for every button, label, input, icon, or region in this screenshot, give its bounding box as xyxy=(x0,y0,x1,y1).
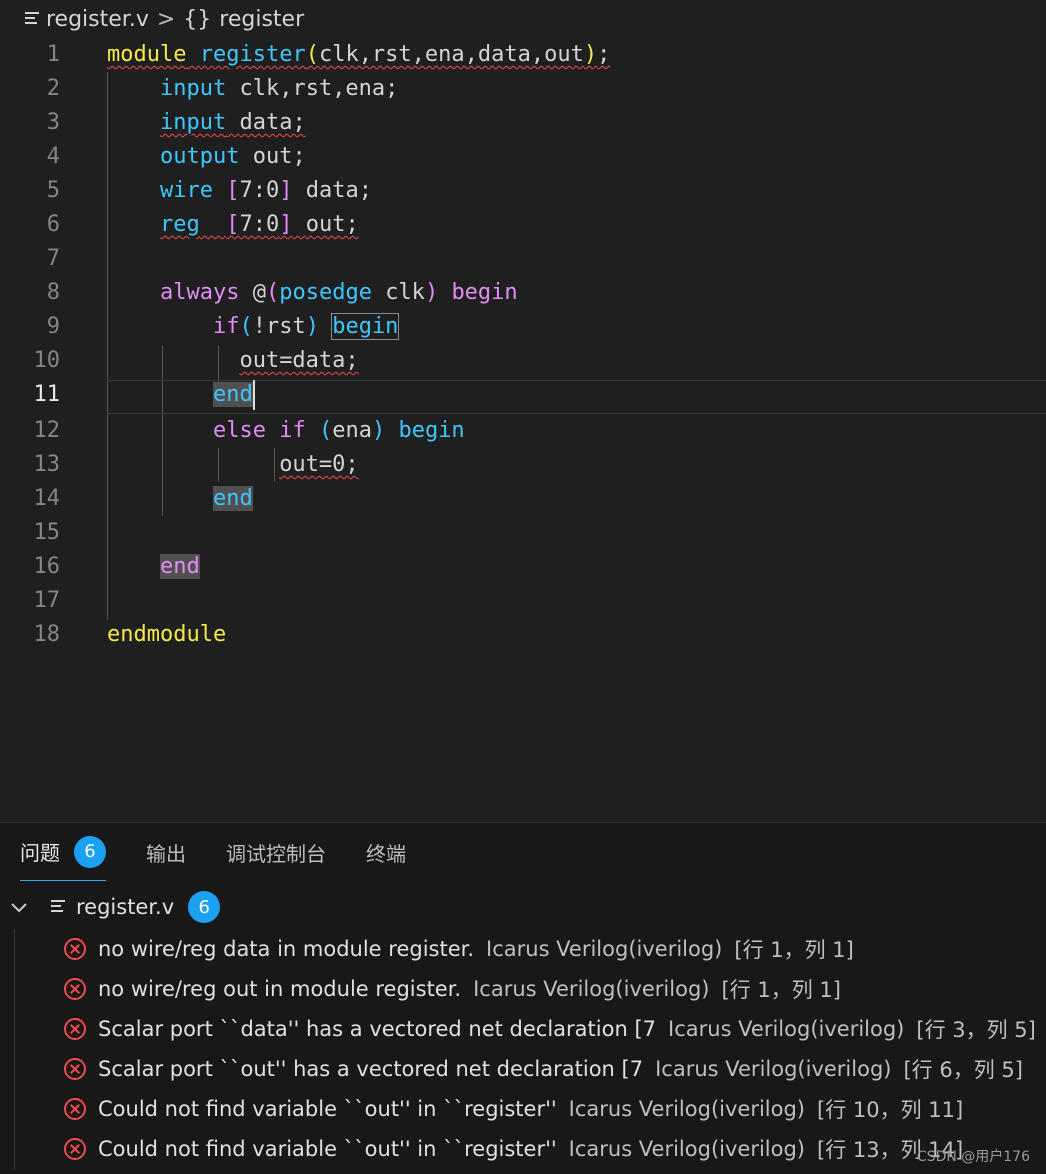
problem-message: no wire/reg data in module register. xyxy=(98,937,475,961)
chevron-right-icon: > xyxy=(156,6,176,32)
code-line[interactable]: 1 module register(clk,rst,ena,data,out); xyxy=(0,38,1046,72)
code-line[interactable]: 12 else if (ena) begin xyxy=(0,414,1046,448)
code-line[interactable]: 16 end xyxy=(0,550,1046,584)
module-symbol-icon: {} xyxy=(183,6,212,32)
file-lines-icon xyxy=(24,7,40,32)
code-line[interactable]: 6 reg [7:0] out; xyxy=(0,208,1046,242)
breadcrumb: register.v > {} register xyxy=(0,0,1046,38)
problem-message: Could not find variable ``out'' in ``reg… xyxy=(98,1137,557,1161)
line-number: 8 xyxy=(46,280,60,305)
file-lines-icon xyxy=(50,895,66,919)
error-icon xyxy=(64,1098,86,1120)
problem-source: Icarus Verilog(iverilog) xyxy=(655,1057,892,1081)
tab-label: 输出 xyxy=(146,841,186,866)
chevron-down-icon[interactable] xyxy=(10,895,28,919)
code-line[interactable]: 11 end xyxy=(0,378,1046,412)
code-line[interactable]: 3 input data; xyxy=(0,106,1046,140)
line-number: 10 xyxy=(33,348,61,373)
text-cursor xyxy=(252,380,255,410)
code-line[interactable]: 15 xyxy=(0,516,1046,550)
line-number: 6 xyxy=(46,212,60,237)
problem-source: Icarus Verilog(iverilog) xyxy=(486,937,723,961)
problem-message: Could not find variable ``out'' in ``reg… xyxy=(98,1097,557,1121)
breadcrumb-symbol[interactable]: register xyxy=(219,7,304,32)
error-icon xyxy=(64,938,86,960)
bottom-panel: 问题 6 输出 调试控制台 终端 register.v 6 no wire/re… xyxy=(0,822,1046,1174)
problem-source: Icarus Verilog(iverilog) xyxy=(568,1137,805,1161)
tab-debug-console[interactable]: 调试控制台 xyxy=(226,823,326,881)
problem-location: [行 1，列 1] xyxy=(721,978,841,1002)
problem-item[interactable]: Scalar port ``out'' has a vectored net d… xyxy=(0,1049,1046,1089)
code-line[interactable]: 10 out=data; xyxy=(0,344,1046,378)
code-line[interactable]: 9 if(!rst) begin xyxy=(0,310,1046,344)
line-number: 2 xyxy=(46,76,60,101)
line-number: 5 xyxy=(46,178,60,203)
code-line[interactable]: 5 wire [7:0] data; xyxy=(0,174,1046,208)
line-number: 12 xyxy=(33,418,61,443)
problem-item[interactable]: no wire/reg out in module register. Icar… xyxy=(0,969,1046,1009)
code-line[interactable]: 17 xyxy=(0,584,1046,618)
problem-source: Icarus Verilog(iverilog) xyxy=(668,1017,905,1041)
tab-label: 问题 xyxy=(20,841,60,865)
code-line[interactable]: 13 out=0; xyxy=(0,448,1046,482)
panel-tabs: 问题 6 输出 调试控制台 终端 xyxy=(0,823,1046,881)
problem-message: Scalar port ``data'' has a vectored net … xyxy=(98,1017,657,1041)
code-line[interactable]: 8 always @(posedge clk) begin xyxy=(0,276,1046,310)
problem-message: no wire/reg out in module register. xyxy=(98,977,462,1001)
tab-terminal[interactable]: 终端 xyxy=(366,823,406,881)
watermark: CSDN @用户176 xyxy=(916,1149,1030,1165)
line-number: 14 xyxy=(33,486,61,511)
line-number: 15 xyxy=(33,520,61,545)
code-line[interactable]: 4 output out; xyxy=(0,140,1046,174)
problem-item[interactable]: Scalar port ``data'' has a vectored net … xyxy=(0,1009,1046,1049)
problems-file-group[interactable]: register.v 6 xyxy=(0,889,1046,925)
problem-location: [行 10，列 11] xyxy=(817,1098,964,1122)
line-number: 4 xyxy=(46,144,60,169)
code-line[interactable]: 2 input clk,rst,ena; xyxy=(0,72,1046,106)
tab-label: 终端 xyxy=(366,841,406,866)
line-number: 17 xyxy=(33,588,61,613)
problem-item[interactable]: Could not find variable ``out'' in ``reg… xyxy=(0,1129,1046,1169)
line-number: 18 xyxy=(33,622,61,647)
line-number: 7 xyxy=(46,246,60,271)
problems-list: no wire/reg data in module register. Ica… xyxy=(0,929,1046,1169)
line-number: 16 xyxy=(33,554,61,579)
error-icon xyxy=(64,978,86,1000)
line-number: 3 xyxy=(46,110,60,135)
line-number: 11 xyxy=(33,382,61,407)
file-problems-count-badge: 6 xyxy=(188,891,221,923)
error-icon xyxy=(64,1138,86,1160)
problem-source: Icarus Verilog(iverilog) xyxy=(568,1097,805,1121)
problem-location: [行 3，列 5] xyxy=(916,1018,1036,1042)
error-icon xyxy=(64,1018,86,1040)
tab-output[interactable]: 输出 xyxy=(146,823,186,881)
line-number: 9 xyxy=(46,314,60,339)
code-line[interactable]: 18 endmodule xyxy=(0,618,1046,652)
error-icon xyxy=(64,1058,86,1080)
tab-problems[interactable]: 问题 6 xyxy=(20,823,106,881)
problems-count-badge: 6 xyxy=(74,835,106,868)
problem-item[interactable]: no wire/reg data in module register. Ica… xyxy=(0,929,1046,969)
problems-file-name: register.v xyxy=(76,895,175,919)
line-number: 1 xyxy=(46,42,60,67)
problem-location: [行 6，列 5] xyxy=(903,1058,1023,1082)
code-editor[interactable]: 1 module register(clk,rst,ena,data,out);… xyxy=(0,38,1046,822)
line-number: 13 xyxy=(33,452,61,477)
problem-message: Scalar port ``out'' has a vectored net d… xyxy=(98,1057,644,1081)
tab-label: 调试控制台 xyxy=(226,841,326,866)
code-line[interactable]: 14 end xyxy=(0,482,1046,516)
code-line[interactable]: 7 xyxy=(0,242,1046,276)
problem-item[interactable]: Could not find variable ``out'' in ``reg… xyxy=(0,1089,1046,1129)
problem-source: Icarus Verilog(iverilog) xyxy=(473,977,710,1001)
problem-location: [行 1，列 1] xyxy=(734,938,854,962)
breadcrumb-file[interactable]: register.v xyxy=(46,7,149,32)
